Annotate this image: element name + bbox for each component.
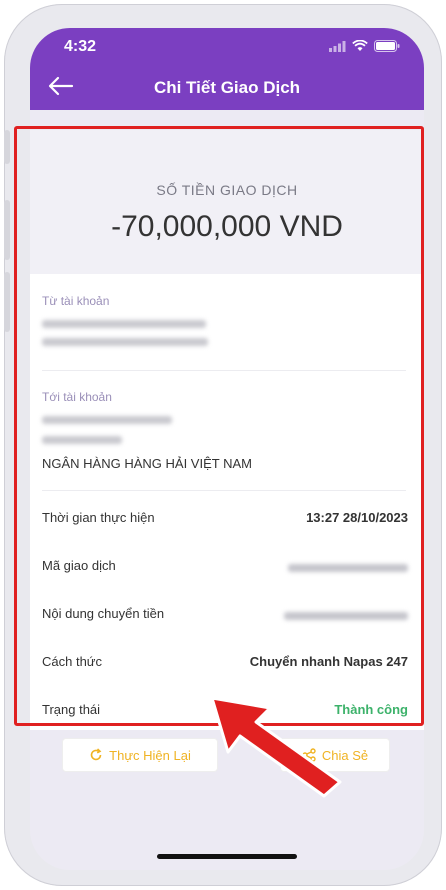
status-bar: 4:32 xyxy=(30,28,424,62)
transaction-id-redacted xyxy=(288,564,408,572)
retry-icon xyxy=(90,748,102,761)
amount-section: SỐ TIỀN GIAO DỊCH -70,000,000 VND xyxy=(30,130,424,274)
side-button xyxy=(4,130,10,164)
home-indicator[interactable] xyxy=(157,854,297,859)
transfer-content-redacted xyxy=(284,612,408,620)
detail-label: Mã giao dịch xyxy=(42,558,116,573)
transaction-card: SỐ TIỀN GIAO DỊCH -70,000,000 VND Từ tài… xyxy=(30,130,424,730)
detail-value: Chuyển nhanh Napas 247 xyxy=(249,654,408,669)
battery-icon xyxy=(374,40,400,52)
detail-row-content: Nội dung chuyển tiền xyxy=(42,606,408,626)
wifi-icon xyxy=(352,40,368,51)
amount-label: SỐ TIỀN GIAO DỊCH xyxy=(156,182,298,198)
amount-value: -70,000,000 VND xyxy=(111,210,343,243)
retry-button[interactable]: Thực Hiện Lại xyxy=(62,738,218,772)
nav-bar: Chi Tiết Giao Dịch xyxy=(30,62,424,110)
page-title: Chi Tiết Giao Dịch xyxy=(153,78,301,97)
detail-label: Nội dung chuyển tiền xyxy=(42,606,165,621)
from-account-name-redacted xyxy=(42,320,206,328)
detail-row-time: Thời gian thực hiện 13:27 28/10/2023 xyxy=(42,510,408,530)
divider xyxy=(42,370,406,371)
detail-row-transaction-id: Mã giao dịch xyxy=(42,558,408,578)
app-header: 4:32 Chi Tiết Giao Dịch xyxy=(30,28,424,110)
side-button xyxy=(4,200,10,260)
divider xyxy=(42,490,406,491)
retry-label: Thực Hiện Lại xyxy=(109,747,191,763)
from-account-number-redacted xyxy=(42,338,208,346)
detail-label: Cách thức xyxy=(42,654,103,669)
status-time: 4:32 xyxy=(64,38,97,55)
red-arrow-icon xyxy=(210,696,342,798)
side-button xyxy=(4,272,10,332)
to-account-label: Tới tài khoản xyxy=(42,390,112,404)
from-account-label: Từ tài khoản xyxy=(42,294,110,308)
detail-value: 13:27 28/10/2023 xyxy=(306,510,408,525)
to-account-name-redacted xyxy=(42,416,172,424)
detail-label: Thời gian thực hiện xyxy=(42,510,155,525)
detail-row-method: Cách thức Chuyển nhanh Napas 247 xyxy=(42,654,408,674)
to-account-number-redacted xyxy=(42,436,122,444)
signal-icon xyxy=(329,40,346,52)
detail-label: Trạng thái xyxy=(42,702,101,717)
status-icons xyxy=(329,40,400,52)
to-bank-name: NGÂN HÀNG HÀNG HẢI VIỆT NAM xyxy=(42,456,252,471)
